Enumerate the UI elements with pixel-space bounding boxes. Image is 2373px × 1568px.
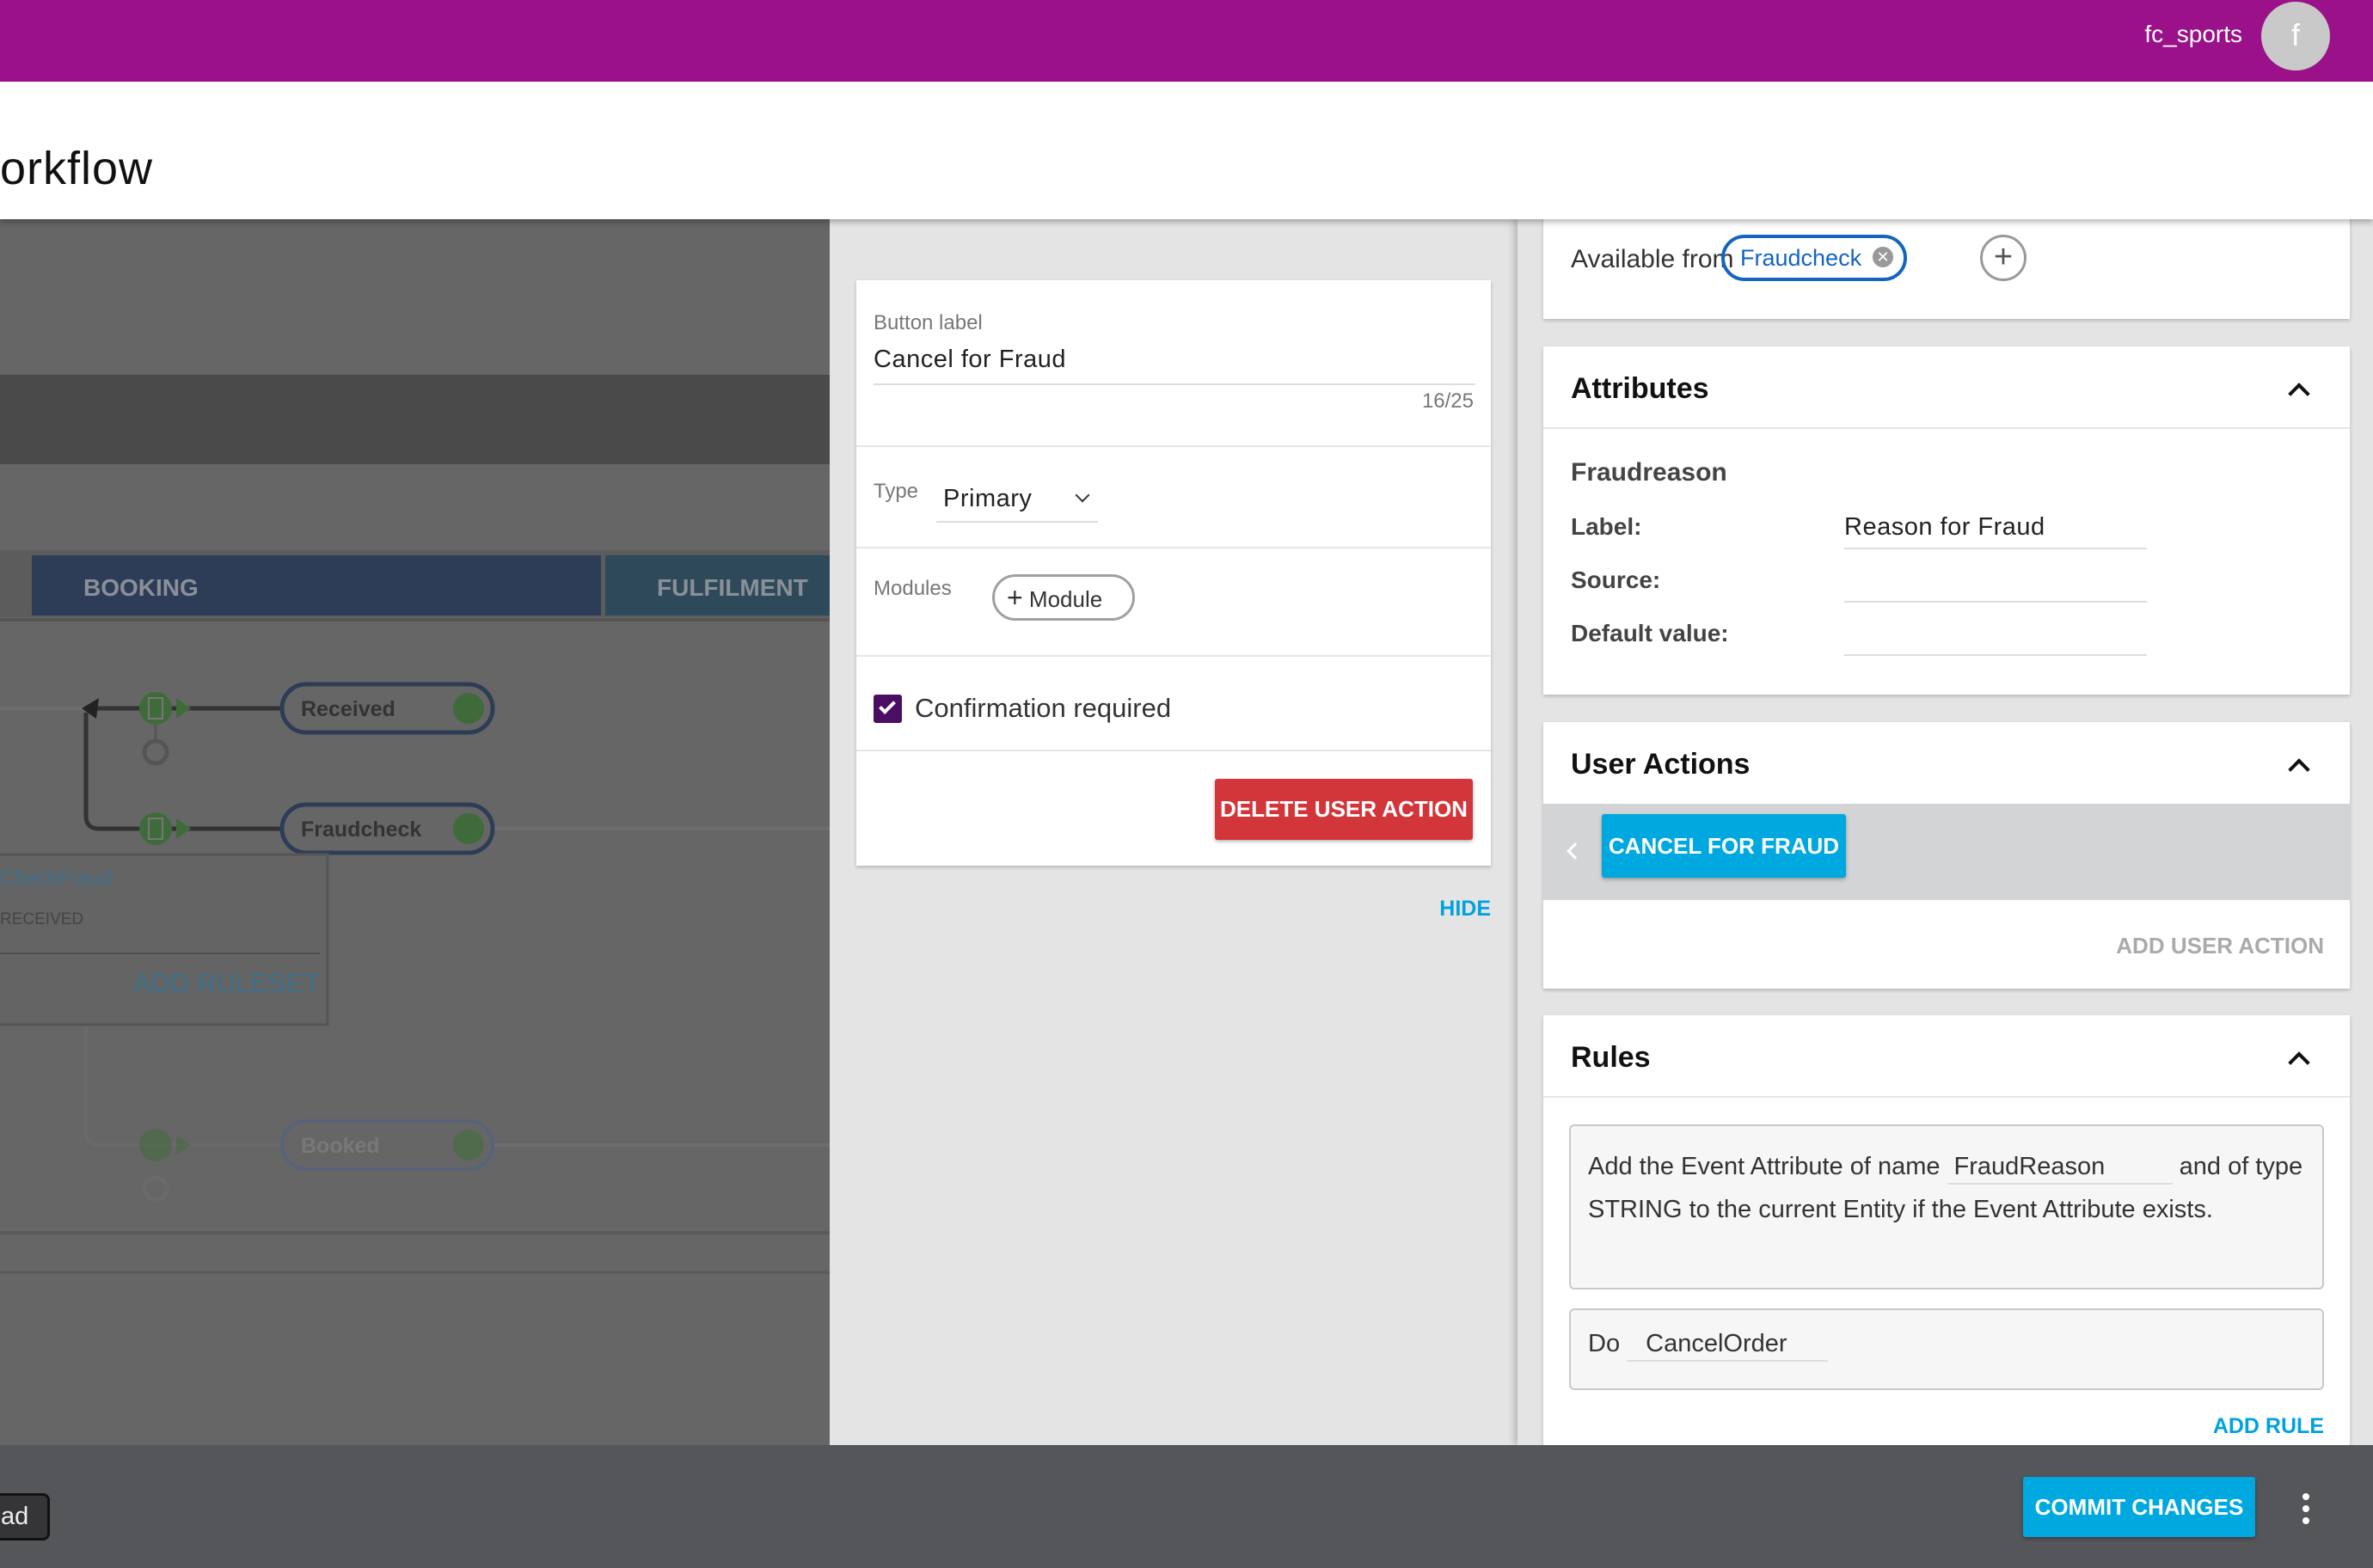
username: fc_sports bbox=[2144, 21, 2242, 47]
document-icon bbox=[453, 1130, 484, 1161]
node-handle[interactable] bbox=[139, 812, 191, 845]
user-actions-card: User Actions CANCEL FOR FRAUD ADD USER A… bbox=[1543, 722, 2350, 989]
phase-fulfilment-label: FULFILMENT bbox=[657, 574, 808, 601]
add-available-from-button[interactable]: + bbox=[1980, 235, 2027, 281]
rule-text: and bbox=[2179, 1153, 2221, 1180]
divider bbox=[856, 655, 1491, 657]
modules-caption: Modules bbox=[874, 577, 952, 600]
ruleset-name[interactable]: CheckFraud bbox=[0, 867, 113, 890]
input-underline bbox=[1844, 548, 2147, 549]
rules-title: Rules bbox=[1571, 1041, 1651, 1074]
char-counter: 16/25 bbox=[1421, 389, 1474, 413]
ruleset-popup: CheckFraud RECEIVED ADD RULESET bbox=[0, 853, 329, 1026]
top-app-bar: fc_sports f bbox=[0, 0, 2373, 82]
node-port-icon[interactable] bbox=[142, 1175, 169, 1203]
chevron-left-icon[interactable] bbox=[1567, 842, 1584, 860]
user-actions-title: User Actions bbox=[1571, 748, 1751, 781]
status-detail-panel: Available from Fraudcheck ✕ + Attributes… bbox=[1518, 216, 2373, 1462]
node-handle[interactable] bbox=[139, 692, 191, 725]
node-label: Fraudcheck bbox=[301, 818, 421, 842]
add-user-action-link[interactable]: ADD USER ACTION bbox=[2116, 933, 2324, 959]
node-port-icon[interactable] bbox=[142, 738, 169, 766]
phase-booking-label: BOOKING bbox=[83, 574, 199, 601]
available-from-chip[interactable]: Fraudcheck ✕ bbox=[1721, 235, 1907, 281]
input-underline bbox=[1844, 601, 2147, 603]
chevron-up-icon[interactable] bbox=[2288, 758, 2310, 781]
input-underline bbox=[1844, 654, 2147, 656]
button-label-input[interactable]: Cancel for Fraud bbox=[874, 346, 1066, 374]
bottom-action-bar: ad COMMIT CHANGES bbox=[0, 1445, 2373, 1568]
document-icon bbox=[453, 693, 484, 724]
node-fraudcheck[interactable]: Fraudcheck bbox=[279, 802, 495, 855]
attribute-name-input[interactable]: FraudReason bbox=[1947, 1150, 2173, 1185]
default-value-caption: Default value: bbox=[1571, 620, 1729, 646]
ruleset-trigger: RECEIVED bbox=[0, 910, 83, 928]
node-booked[interactable]: Booked bbox=[280, 1119, 494, 1171]
rule-text: Add the Event Attribute of name bbox=[1588, 1153, 1941, 1180]
attributes-card: Attributes Fraudreason Label: Reason for… bbox=[1543, 346, 2350, 695]
rules-card: Rules Add the Event Attribute of name Fr… bbox=[1543, 1015, 2350, 1462]
label-input[interactable]: Reason for Fraud bbox=[1844, 513, 2045, 542]
attributes-title: Attributes bbox=[1571, 372, 1709, 405]
label-caption: Label: bbox=[1571, 513, 1642, 540]
divider bbox=[856, 547, 1491, 548]
chevron-up-icon[interactable] bbox=[2288, 1051, 2310, 1074]
type-select-value: Primary bbox=[943, 485, 1033, 512]
page-title: orkflow bbox=[0, 143, 154, 194]
button-label-caption: Button label bbox=[874, 311, 983, 334]
chip-label: Fraudcheck bbox=[1740, 245, 1862, 271]
user-action-cancel-for-fraud[interactable]: CANCEL FOR FRAUD bbox=[1602, 814, 1846, 878]
user-action-editor-card: Button label Cancel for Fraud 16/25 Type… bbox=[856, 280, 1491, 866]
input-underline bbox=[874, 383, 1475, 385]
rule-text: Do bbox=[1588, 1330, 1621, 1357]
canvas-dark-band bbox=[0, 375, 830, 464]
document-icon bbox=[453, 813, 484, 844]
type-select[interactable]: Primary bbox=[936, 480, 1098, 523]
divider bbox=[1543, 427, 2350, 429]
source-caption: Source: bbox=[1571, 567, 1661, 593]
node-label: Received bbox=[301, 697, 396, 721]
page-header: orkflow bbox=[0, 82, 2373, 219]
add-module-button[interactable]: + Module bbox=[992, 574, 1135, 621]
workflow-canvas[interactable]: BOOKING FULFILMENT Received Fraudcheck B… bbox=[0, 219, 830, 1445]
available-from-card: Available from Fraudcheck ✕ + bbox=[1543, 216, 2350, 319]
plus-icon: + bbox=[1007, 582, 1023, 613]
connection bbox=[83, 706, 280, 831]
type-caption: Type bbox=[874, 480, 919, 503]
confirmation-checkbox[interactable] bbox=[874, 695, 902, 723]
user-action-editor-panel: Button label Cancel for Fraud 16/25 Type… bbox=[830, 219, 1518, 1445]
divider bbox=[1543, 1096, 2350, 1098]
chevron-up-icon[interactable] bbox=[2288, 383, 2310, 405]
rule-add-event-attribute: Add the Event Attribute of name FraudRea… bbox=[1569, 1124, 2324, 1289]
chip-remove-icon[interactable]: ✕ bbox=[1873, 247, 1893, 267]
add-ruleset-link[interactable]: ADD RULESET bbox=[133, 968, 320, 998]
divider bbox=[856, 750, 1491, 751]
action-name-input[interactable]: CancelOrder bbox=[1627, 1327, 1829, 1362]
kebab-menu-icon[interactable] bbox=[2301, 1493, 2311, 1524]
node-handle[interactable] bbox=[139, 1129, 191, 1161]
divider bbox=[856, 445, 1491, 447]
hide-link[interactable]: HIDE bbox=[1439, 897, 1491, 922]
left-action-button[interactable]: ad bbox=[0, 1493, 50, 1540]
attribute-name: Fraudreason bbox=[1571, 458, 1727, 487]
commit-changes-button[interactable]: COMMIT CHANGES bbox=[2023, 1477, 2255, 1537]
delete-user-action-button[interactable]: DELETE USER ACTION bbox=[1215, 779, 1473, 840]
node-received[interactable]: Received bbox=[279, 682, 495, 735]
chevron-down-icon bbox=[1075, 487, 1090, 503]
connection bbox=[84, 1025, 280, 1147]
avatar[interactable]: f bbox=[2261, 2, 2330, 70]
check-icon bbox=[879, 697, 896, 714]
available-from-label: Available from bbox=[1571, 245, 1734, 273]
rule-do-action: Do CancelOrder bbox=[1569, 1308, 2324, 1390]
add-rule-link[interactable]: ADD RULE bbox=[2213, 1414, 2324, 1439]
add-module-label: Module bbox=[1028, 586, 1103, 612]
confirmation-label: Confirmation required bbox=[915, 693, 1172, 723]
user-actions-strip: CANCEL FOR FRAUD bbox=[1543, 804, 2350, 900]
node-label: Booked bbox=[301, 1134, 380, 1158]
